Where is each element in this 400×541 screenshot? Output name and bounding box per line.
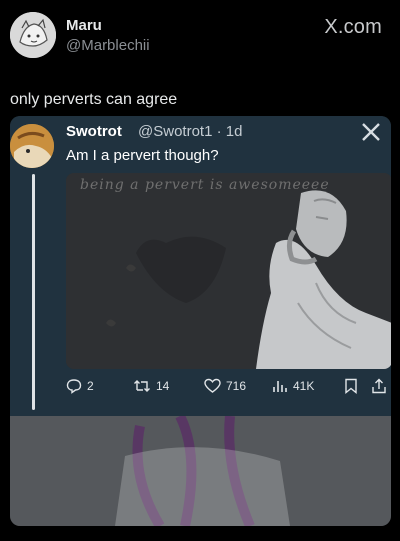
reply-button[interactable]: 2 [66,378,94,394]
bookmark-button[interactable] [344,378,358,394]
views-icon [273,381,287,392]
reply-count: 2 [87,379,94,393]
avatar[interactable] [10,12,56,58]
handle[interactable]: @Marblechii [66,37,150,54]
reply-icon [66,379,82,394]
brand-label: X.com [324,16,382,38]
like-icon [204,378,221,393]
repost-icon [134,380,150,392]
share-button[interactable] [371,378,387,394]
meme-caption: being a pervert is awesomeeee [80,177,330,193]
like-button[interactable]: 716 [204,378,246,394]
thread-line [32,174,35,410]
quoted-post-card[interactable]: Swotrot @Swotrot1 · 1d Am I a pervert th… [10,116,391,526]
repost-count: 14 [156,379,170,393]
quoted-handle-time[interactable]: @Swotrot1 · 1d [138,123,242,140]
views-count: 41K [293,379,315,393]
background-drawing [10,413,391,526]
quoted-text: Am I a pervert though? [66,147,219,164]
quoted-avatar[interactable] [10,124,54,168]
x-logo-icon[interactable] [361,118,381,148]
display-name[interactable]: Maru [66,17,102,34]
views-button[interactable]: 41K [272,378,314,394]
like-count: 716 [226,379,247,393]
post-text: only perverts can agree [10,91,178,108]
bookmark-icon [345,378,357,394]
repost-button[interactable]: 14 [133,378,169,394]
action-bar: 2 14 716 41K [66,378,391,398]
meme-image[interactable]: being a pervert is awesomeeee [66,173,391,369]
quoted-display-name[interactable]: Swotrot [66,123,122,140]
share-icon [372,378,386,394]
